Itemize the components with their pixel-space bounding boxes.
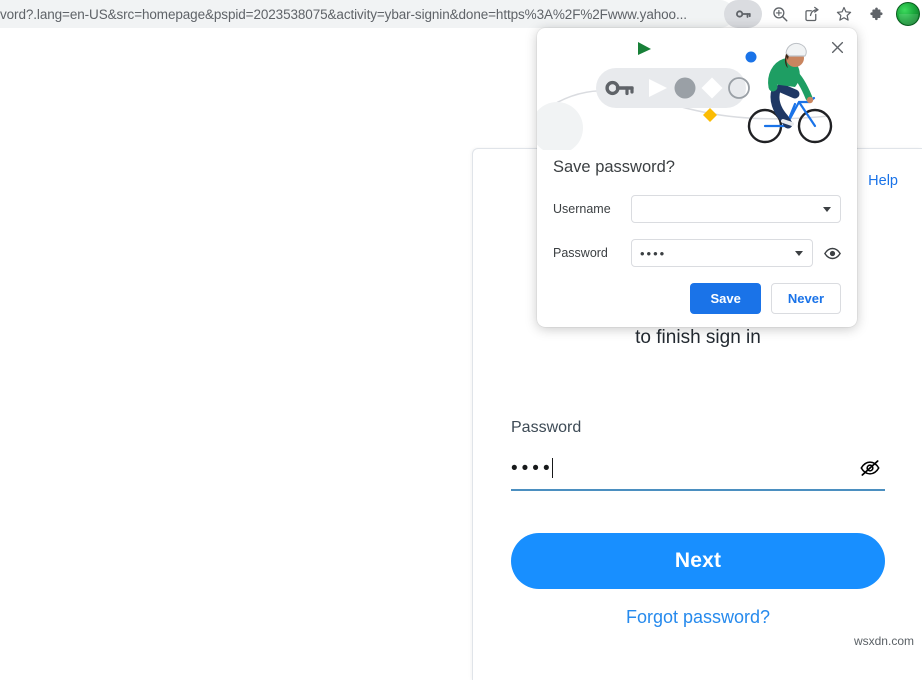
- bookmark-star-icon[interactable]: [830, 0, 858, 28]
- browser-toolbar: vord?.lang=en-US&src=homepage&pspid=2023…: [0, 0, 922, 28]
- profile-avatar[interactable]: [896, 2, 920, 26]
- zoom-icon[interactable]: [766, 0, 794, 28]
- chevron-down-icon: [795, 250, 803, 256]
- eye-off-icon[interactable]: [857, 455, 883, 481]
- dialog-heading: Save password?: [553, 158, 675, 176]
- finish-signin-text: to finish sign in: [635, 327, 761, 348]
- save-password-dialog: Save password? Username Password •••• Sa…: [537, 28, 857, 327]
- dialog-password-value: ••••: [640, 245, 667, 261]
- dialog-username-label: Username: [553, 202, 611, 216]
- password-input-row[interactable]: ••••: [511, 447, 885, 491]
- never-button[interactable]: Never: [770, 283, 841, 314]
- address-bar-url-text[interactable]: vord?.lang=en-US&src=homepage&pspid=2023…: [0, 7, 687, 22]
- password-input-value[interactable]: ••••: [511, 458, 554, 483]
- dialog-password-label: Password: [553, 246, 608, 260]
- dialog-password-row: Password ••••: [553, 239, 843, 267]
- help-link[interactable]: Help: [868, 173, 898, 189]
- password-field-label: Password: [511, 419, 582, 436]
- eye-icon[interactable]: [821, 242, 843, 264]
- save-button[interactable]: Save: [690, 283, 761, 314]
- share-icon[interactable]: [798, 0, 826, 28]
- password-input-value-wrap[interactable]: ••••: [511, 457, 554, 479]
- password-manager-cyclist-illustration: [537, 42, 833, 150]
- site-watermark: wsxdn.com: [853, 634, 914, 648]
- password-key-icon[interactable]: [724, 0, 762, 28]
- address-bar[interactable]: vord?.lang=en-US&src=homepage&pspid=2023…: [0, 0, 734, 28]
- dialog-password-select[interactable]: ••••: [631, 239, 813, 267]
- text-cursor: [551, 457, 553, 478]
- dialog-username-row: Username: [553, 195, 843, 223]
- forgot-password-link[interactable]: Forgot password?: [473, 607, 922, 628]
- extensions-puzzle-icon[interactable]: [862, 0, 890, 28]
- next-button[interactable]: Next: [511, 533, 885, 589]
- dialog-button-group: Save Never: [690, 283, 841, 314]
- toolbar-icon-group: [722, 0, 922, 28]
- chevron-down-icon: [823, 206, 831, 212]
- dialog-username-select[interactable]: [631, 195, 841, 223]
